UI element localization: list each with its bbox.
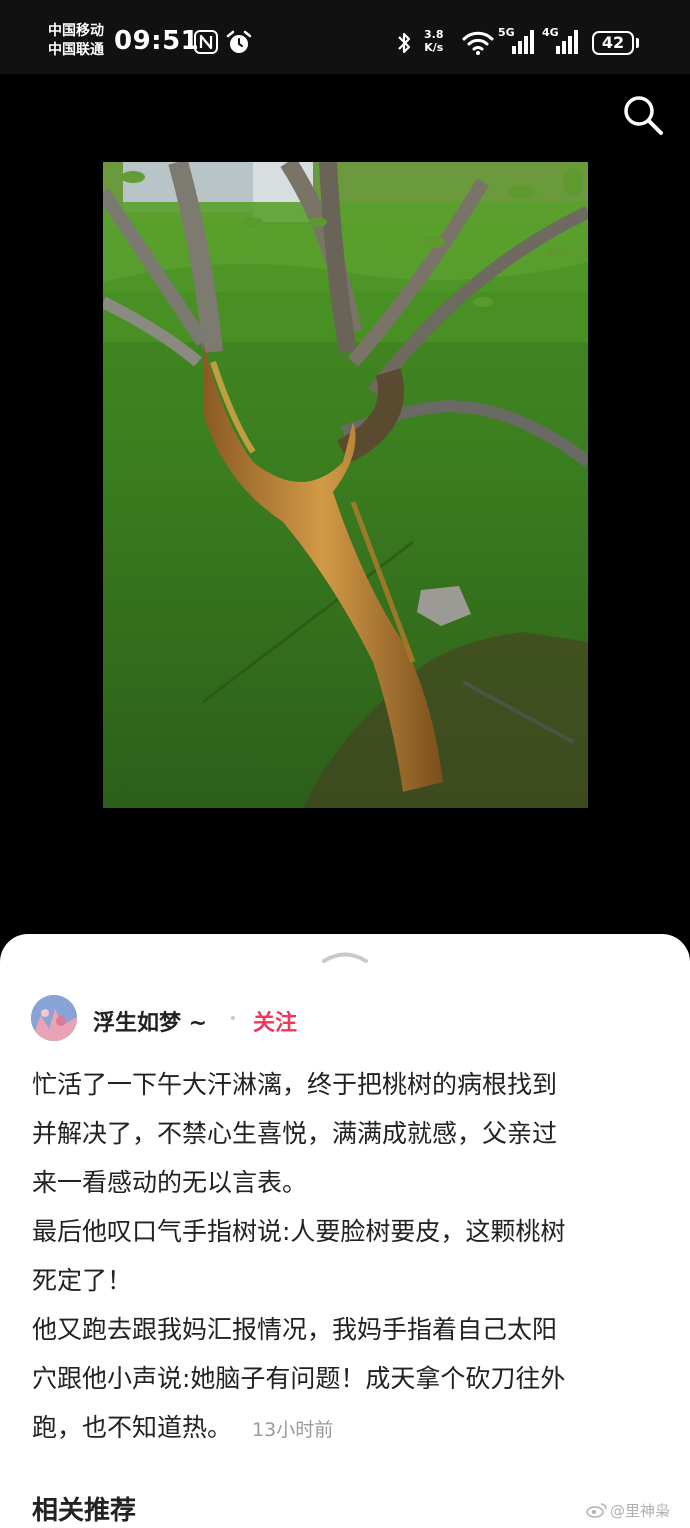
status-bar: 中国移动 中国联通 09:51 3.8 K/s 5G 4G 42 (0, 0, 690, 74)
post-line-2: 并解决了，不禁心生喜悦，满满成就感，父亲过 (32, 1119, 558, 1148)
post-line-6: 他又跑去跟我妈汇报情况，我妈手指着自己太阳 (32, 1315, 558, 1344)
signal-5g-icon: 5G (498, 26, 538, 58)
signal-4g-icon: 4G (542, 26, 582, 58)
post-line-8-text: 跑，也不知道热。 (32, 1413, 233, 1442)
post-line-1: 忙活了一下午大汗淋漓，终于把桃树的病根找到 (32, 1070, 558, 1099)
post-photo[interactable] (103, 162, 588, 808)
net-speed-value: 3.8 (424, 28, 444, 41)
battery-tip (636, 38, 639, 48)
sheet-handle-chevron-icon[interactable] (320, 948, 370, 966)
clock: 09:51 (114, 26, 200, 56)
carrier-names: 中国移动 中国联通 (48, 22, 104, 60)
post-line-3: 来一看感动的无以言表。 (32, 1168, 308, 1197)
follow-button[interactable]: 关注 (253, 1005, 297, 1037)
watermark-text: @里神枭 (610, 1502, 671, 1520)
battery-icon: 42 (592, 31, 634, 55)
separator-dot (231, 1016, 235, 1020)
alarm-icon (226, 30, 252, 53)
post-text: 忙活了一下午大汗淋漓，终于把桃树的病根找到 并解决了，不禁心生喜悦，满满成就感，… (32, 1060, 662, 1452)
bluetooth-icon (398, 32, 411, 54)
net-speed: 3.8 K/s (424, 28, 444, 54)
post-detail-sheet: 浮生如梦 ~ 关注 忙活了一下午大汗淋漓，终于把桃树的病根找到 并解决了，不禁心… (0, 934, 690, 1528)
post-line-8: 跑，也不知道热。 13小时前 (32, 1403, 662, 1452)
avatar[interactable] (31, 995, 77, 1041)
net-speed-unit: K/s (424, 41, 444, 54)
carrier-1: 中国移动 (48, 23, 104, 39)
screen: 中国移动 中国联通 09:51 3.8 K/s 5G 4G 42 浮生如梦 ~ … (0, 0, 690, 1528)
post-line-7: 穴跟他小声说:她脑子有问题！成天拿个砍刀往外 (32, 1364, 566, 1393)
wifi-icon (462, 31, 494, 55)
search-icon[interactable] (620, 92, 666, 138)
post-line-4: 最后他叹口气手指树说:人要脸树要皮，这颗桃树 (32, 1217, 566, 1246)
weibo-icon (586, 1503, 607, 1518)
post-timestamp: 13小时前 (252, 1419, 334, 1441)
post-line-5: 死定了！ (32, 1266, 133, 1295)
author-name[interactable]: 浮生如梦 ~ (93, 1005, 207, 1037)
carrier-2: 中国联通 (48, 42, 104, 58)
nfc-icon (194, 30, 218, 54)
watermark: @里神枭 (586, 1500, 670, 1521)
related-heading: 相关推荐 (32, 1496, 137, 1526)
